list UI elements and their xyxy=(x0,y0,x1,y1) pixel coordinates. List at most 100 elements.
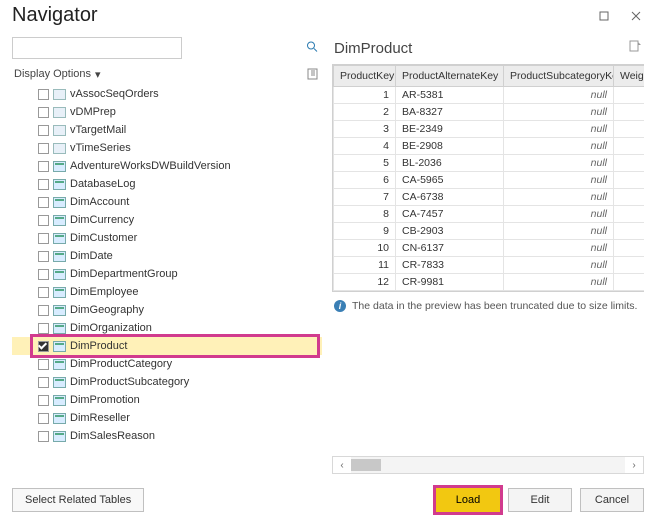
search-input[interactable] xyxy=(12,37,182,59)
tree-checkbox[interactable] xyxy=(38,143,49,154)
tree-item[interactable]: DimReseller xyxy=(12,409,322,427)
tree-item[interactable]: vTargetMail xyxy=(12,121,322,139)
scroll-right-icon[interactable]: › xyxy=(625,457,643,473)
table-row[interactable]: 12CR-9981null xyxy=(334,274,645,291)
table-row[interactable]: 7CA-6738null xyxy=(334,189,645,206)
preview-hscrollbar[interactable]: ‹ › xyxy=(332,456,644,474)
column-header[interactable]: ProductSubcategoryKey xyxy=(504,66,614,87)
tree-item-label: DimEmployee xyxy=(70,286,138,298)
cell-subcategorykey: null xyxy=(504,189,614,206)
footer-left: Select Related Tables xyxy=(12,488,428,512)
cell-subcategorykey: null xyxy=(504,155,614,172)
truncate-info: i The data in the preview has been trunc… xyxy=(332,292,644,320)
tree-checkbox[interactable] xyxy=(38,323,49,334)
cell-subcategorykey: null xyxy=(504,104,614,121)
select-related-tables-button[interactable]: Select Related Tables xyxy=(12,488,144,512)
table-row[interactable]: 10CN-6137null xyxy=(334,240,645,257)
cell-productkey: 12 xyxy=(334,274,396,291)
cell-alternatekey: CR-7833 xyxy=(396,257,504,274)
preview-grid: ProductKeyProductAlternateKeyProductSubc… xyxy=(333,65,644,291)
cell-weight xyxy=(614,87,645,104)
scroll-track[interactable] xyxy=(351,457,625,473)
tree-item[interactable]: DatabaseLog xyxy=(12,175,322,193)
table-row[interactable]: 6CA-5965null xyxy=(334,172,645,189)
tree-item[interactable]: AdventureWorksDWBuildVersion xyxy=(12,157,322,175)
cancel-button[interactable]: Cancel xyxy=(580,488,644,512)
tree-checkbox[interactable] xyxy=(38,161,49,172)
cell-weight xyxy=(614,104,645,121)
table-row[interactable]: 11CR-7833null xyxy=(334,257,645,274)
column-header[interactable]: ProductKey xyxy=(334,66,396,87)
tree-item-label: DimAccount xyxy=(70,196,129,208)
tree-checkbox[interactable] xyxy=(38,377,49,388)
table-row[interactable]: 9CB-2903null xyxy=(334,223,645,240)
tree-checkbox[interactable] xyxy=(38,233,49,244)
tree-item-label: DimProductSubcategory xyxy=(70,376,189,388)
tree-item[interactable]: DimAccount xyxy=(12,193,322,211)
table-row[interactable]: 5BL-2036null xyxy=(334,155,645,172)
table-row[interactable]: 8CA-7457null xyxy=(334,206,645,223)
tree-checkbox[interactable] xyxy=(38,179,49,190)
table-row[interactable]: 3BE-2349null xyxy=(334,121,645,138)
tree-item[interactable]: DimPromotion xyxy=(12,391,322,409)
tree-item-label: DimProduct xyxy=(70,340,127,352)
tree-item[interactable]: vAssocSeqOrders xyxy=(12,85,322,103)
tree-item[interactable]: DimGeography xyxy=(12,301,322,319)
edit-button[interactable]: Edit xyxy=(508,488,572,512)
tree-item-label: vAssocSeqOrders xyxy=(70,88,159,100)
tree-item[interactable]: DimDepartmentGroup xyxy=(12,265,322,283)
tree-checkbox[interactable] xyxy=(38,197,49,208)
tree-checkbox[interactable] xyxy=(38,107,49,118)
tree-checkbox[interactable] xyxy=(38,287,49,298)
titlebar: Navigator xyxy=(0,0,656,27)
tree-item[interactable]: DimCurrency xyxy=(12,211,322,229)
preview-options-icon[interactable] xyxy=(628,39,642,58)
table-icon xyxy=(53,377,66,388)
scroll-thumb[interactable] xyxy=(351,459,381,471)
tree-item[interactable]: vDMPrep xyxy=(12,103,322,121)
tree-item[interactable]: DimEmployee xyxy=(12,283,322,301)
tree-item[interactable]: DimSalesReason xyxy=(12,427,322,445)
table-row[interactable]: 2BA-8327null xyxy=(334,104,645,121)
tree-checkbox[interactable] xyxy=(38,359,49,370)
tree-item[interactable]: DimOrganization xyxy=(12,319,322,337)
content-area: Display Options ▾ vAssocSeqOrders vDMPrep… xyxy=(0,27,656,480)
tree-item[interactable]: DimCustomer xyxy=(12,229,322,247)
column-header[interactable]: Weigh xyxy=(614,66,645,87)
tree-item-label: DimGeography xyxy=(70,304,144,316)
close-icon[interactable] xyxy=(624,7,648,25)
refresh-icon[interactable] xyxy=(306,67,320,81)
scroll-left-icon[interactable]: ‹ xyxy=(333,457,351,473)
tree-checkbox[interactable] xyxy=(38,341,49,352)
table-icon xyxy=(53,431,66,442)
table-row[interactable]: 1AR-5381null xyxy=(334,87,645,104)
load-button[interactable]: Load xyxy=(436,488,500,512)
tree-checkbox[interactable] xyxy=(38,431,49,442)
tree-checkbox[interactable] xyxy=(38,215,49,226)
cell-subcategorykey: null xyxy=(504,274,614,291)
table-row[interactable]: 4BE-2908null xyxy=(334,138,645,155)
tree-checkbox[interactable] xyxy=(38,125,49,136)
tree-checkbox[interactable] xyxy=(38,269,49,280)
tree-item[interactable]: DimProductCategory xyxy=(12,355,322,373)
restore-icon[interactable] xyxy=(592,7,616,25)
cell-alternatekey: BL-2036 xyxy=(396,155,504,172)
tree-checkbox[interactable] xyxy=(38,395,49,406)
tree-item[interactable]: vTimeSeries xyxy=(12,139,322,157)
column-header[interactable]: ProductAlternateKey xyxy=(396,66,504,87)
navigator-tree[interactable]: vAssocSeqOrders vDMPrepvTargetMailvTimeSe… xyxy=(12,85,322,474)
tree-checkbox[interactable] xyxy=(38,251,49,262)
search-icon[interactable] xyxy=(306,41,318,56)
tree-item[interactable]: DimDate xyxy=(12,247,322,265)
tree-checkbox[interactable] xyxy=(38,305,49,316)
tree-item[interactable]: DimProductSubcategory xyxy=(12,373,322,391)
table-icon xyxy=(53,215,66,226)
tree-checkbox[interactable] xyxy=(38,413,49,424)
tree-item[interactable]: DimProduct xyxy=(12,337,322,355)
tree-item-label: DimCustomer xyxy=(70,232,137,244)
truncate-message: The data in the preview has been truncat… xyxy=(352,300,637,312)
tree-checkbox[interactable] xyxy=(38,89,49,100)
cell-productkey: 6 xyxy=(334,172,396,189)
display-options-dropdown[interactable]: Display Options ▾ xyxy=(14,68,101,81)
cell-weight xyxy=(614,223,645,240)
